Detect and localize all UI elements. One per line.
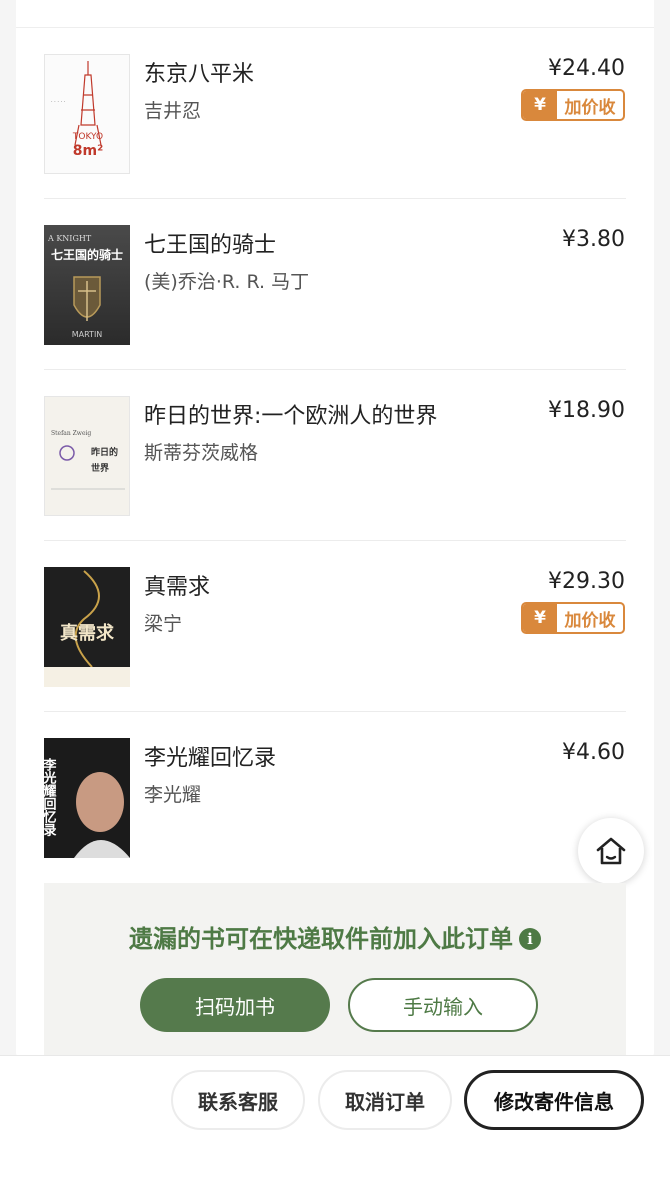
cover-area: 8m² bbox=[73, 143, 103, 159]
manual-input-button[interactable]: 手动输入 bbox=[348, 978, 538, 1032]
cover-author: Stefan Zweig bbox=[51, 430, 91, 437]
book-author: 梁宁 bbox=[144, 613, 183, 635]
book-title: 东京八平米 bbox=[144, 62, 255, 87]
badge-label: 加价收 bbox=[564, 610, 616, 631]
book-price: ¥18.90 bbox=[548, 398, 625, 423]
cover-title: 七王国的骑士 bbox=[51, 247, 123, 262]
missing-book-hint: 遗漏的书可在快递取件前加入此订单 i bbox=[44, 919, 626, 954]
yuan-exchange-icon: ¥ bbox=[523, 91, 557, 119]
book-cover: A KNIGHT 七王国的骑士 MARTIN bbox=[44, 225, 130, 345]
cover-title: 李光耀回忆录 bbox=[44, 757, 57, 837]
book-title: 李光耀回忆录 bbox=[144, 746, 277, 771]
book-price: ¥24.40 bbox=[548, 56, 625, 81]
book-cover: Stefan Zweig 昨日的 世界 bbox=[44, 396, 130, 516]
book-title: 七王国的骑士 bbox=[144, 233, 277, 258]
bottom-action-bar: 联系客服 取消订单 修改寄件信息 bbox=[0, 1055, 670, 1199]
badge-label: 加价收 bbox=[564, 97, 616, 118]
book-title: 昨日的世界:一个欧洲人的世界 bbox=[144, 404, 438, 429]
order-page: · · · · · TOKYO 8m² 东京八平米 吉井忍 ¥24.40 ¥ 加… bbox=[0, 0, 670, 1199]
cancel-order-button[interactable]: 取消订单 bbox=[318, 1070, 452, 1130]
book-author: 吉井忍 bbox=[144, 100, 202, 122]
book-cover: · · · · · TOKYO 8m² bbox=[44, 54, 130, 174]
contact-service-button[interactable]: 联系客服 bbox=[171, 1070, 305, 1130]
book-author: 李光耀 bbox=[144, 784, 202, 806]
svg-text:· · · · ·: · · · · · bbox=[51, 99, 66, 105]
hint-text: 遗漏的书可在快递取件前加入此订单 bbox=[129, 925, 513, 953]
home-icon bbox=[596, 837, 626, 865]
cover-title: 真需求 bbox=[60, 622, 115, 644]
book-price: ¥29.30 bbox=[548, 569, 625, 594]
book-price: ¥3.80 bbox=[562, 227, 625, 252]
home-button[interactable] bbox=[578, 818, 644, 884]
book-cover: 李光耀回忆录 bbox=[44, 738, 130, 858]
book-item[interactable]: A KNIGHT 七王国的骑士 MARTIN 七王国的骑士 (美)乔治·R. R… bbox=[16, 199, 654, 370]
price-up-badge: ¥ 加价收 bbox=[521, 602, 625, 634]
book-title: 真需求 bbox=[144, 575, 211, 600]
cover-title-1: 昨日的 bbox=[91, 446, 118, 458]
book-item[interactable]: 李光耀回忆录 李光耀回忆录 李光耀 ¥4.60 bbox=[16, 712, 654, 883]
modify-shipping-info-button[interactable]: 修改寄件信息 bbox=[464, 1070, 644, 1130]
cover-tokyo: TOKYO bbox=[72, 132, 103, 142]
add-missing-book-panel: 遗漏的书可在快递取件前加入此订单 i 扫码加书 手动输入 bbox=[44, 883, 626, 1060]
book-price: ¥4.60 bbox=[562, 740, 625, 765]
book-item[interactable]: · · · · · TOKYO 8m² 东京八平米 吉井忍 ¥24.40 ¥ 加… bbox=[16, 28, 654, 199]
cover-title-2: 世界 bbox=[91, 462, 109, 474]
yuan-exchange-icon: ¥ bbox=[523, 604, 557, 632]
price-up-badge: ¥ 加价收 bbox=[521, 89, 625, 121]
scan-add-book-button[interactable]: 扫码加书 bbox=[140, 978, 330, 1032]
book-item[interactable]: 真需求 真需求 梁宁 ¥29.30 ¥ 加价收 bbox=[16, 541, 654, 712]
book-item[interactable]: Stefan Zweig 昨日的 世界 昨日的世界:一个欧洲人的世界 斯蒂芬茨威… bbox=[16, 370, 654, 541]
svg-text:A KNIGHT: A KNIGHT bbox=[47, 234, 92, 243]
book-cover: 真需求 bbox=[44, 567, 130, 687]
book-author: (美)乔治·R. R. 马丁 bbox=[144, 271, 310, 293]
book-author: 斯蒂芬茨威格 bbox=[144, 442, 259, 464]
cover-author: MARTIN bbox=[72, 330, 103, 339]
info-icon[interactable]: i bbox=[519, 928, 541, 950]
